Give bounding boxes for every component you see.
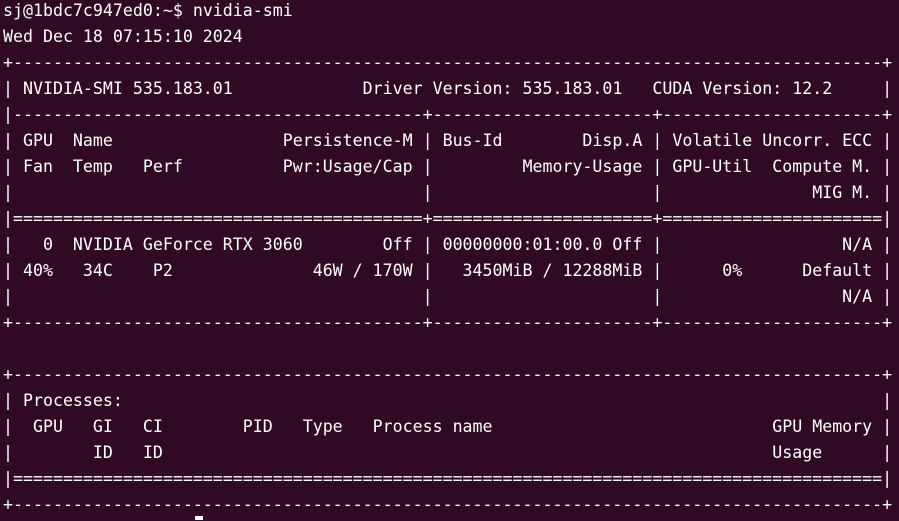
table-border-bottom: +---------------------------------------… [3,313,893,332]
processes-double-divider: |=======================================… [3,469,893,488]
gpu-header-row-3: | | | MIG M. | [3,183,893,202]
text-cursor [195,516,203,520]
processes-header-row-2: | ID ID Usage | [3,443,893,462]
table-border-top: +---------------------------------------… [3,53,893,72]
prompt-line: sj@1bdc7c947ed0:~$ nvidia-smi [3,0,899,24]
shell-prompt: sj@1bdc7c947ed0:~$ [3,1,193,20]
command-text: nvidia-smi [192,1,293,20]
processes-header-row-1: | GPU GI CI PID Type Process name GPU Me… [3,417,893,436]
gpu-info-row-3: | | | N/A | [3,287,893,306]
gpu-info-row-1: | 0 NVIDIA GeForce RTX 3060 Off | 000000… [3,235,893,254]
timestamp-line: Wed Dec 18 07:15:10 2024 [3,27,243,46]
processes-title-row: | Processes: | [3,391,893,410]
processes-border-bottom: +---------------------------------------… [3,495,893,514]
table-double-divider: |=======================================… [3,209,893,228]
table-divider: |---------------------------------------… [3,105,893,124]
gpu-header-row-2: | Fan Temp Perf Pwr:Usage/Cap | Memory-U… [3,157,893,176]
processes-border-top: +---------------------------------------… [3,365,893,384]
terminal-window[interactable]: sj@1bdc7c947ed0:~$ nvidia-smi Wed Dec 18… [0,0,899,521]
gpu-info-row-2: | 40% 34C P2 46W / 170W | 3450MiB / 1228… [3,261,893,280]
smi-version-row: | NVIDIA-SMI 535.183.01 Driver Version: … [3,79,893,98]
gpu-header-row-1: | GPU Name Persistence-M | Bus-Id Disp.A… [3,131,893,150]
